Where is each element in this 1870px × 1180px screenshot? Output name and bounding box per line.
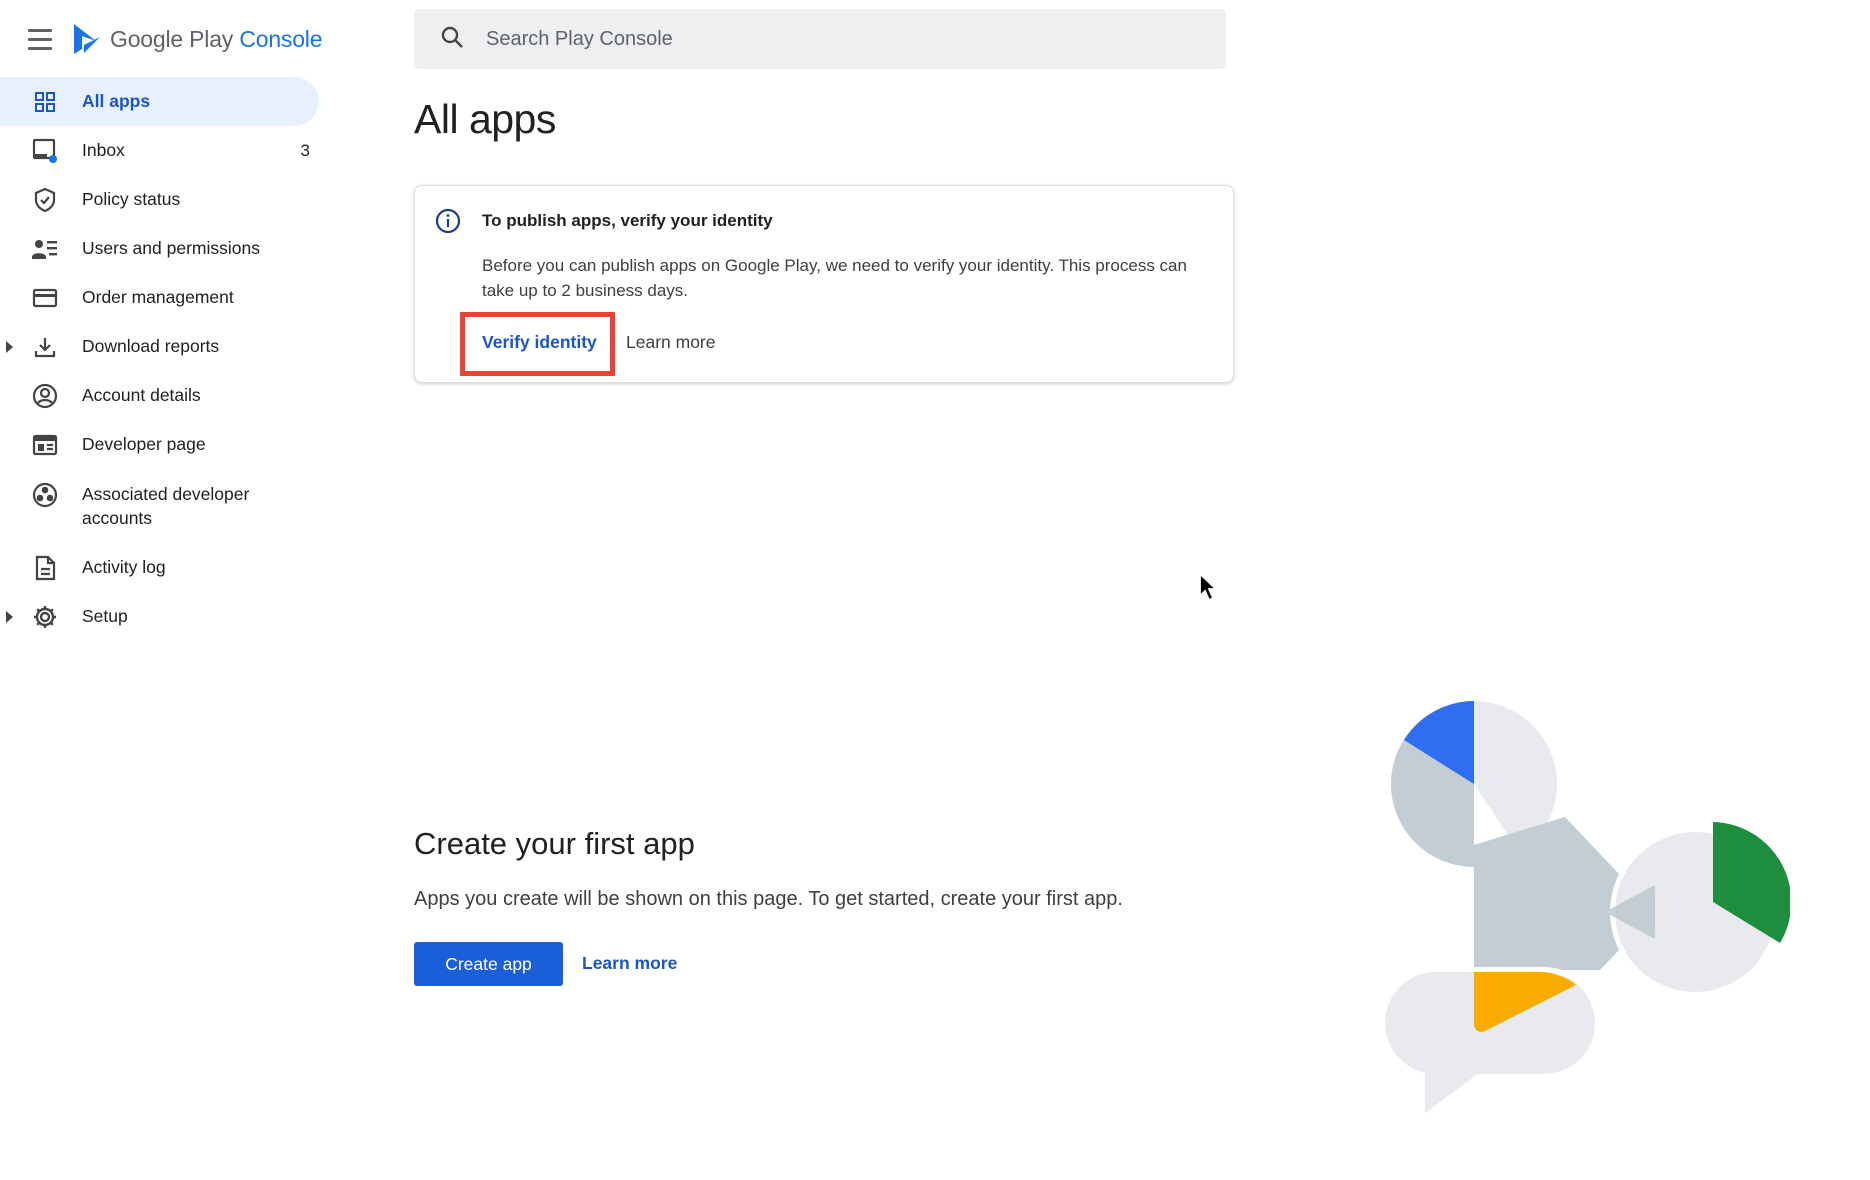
play-logo-icon — [74, 24, 100, 54]
sidebar-item-label: Activity log — [82, 557, 166, 578]
gear-icon — [32, 604, 58, 630]
brand-header: Google Play Console — [28, 18, 323, 60]
sidebar-item-label: Download reports — [82, 336, 220, 357]
search-input[interactable]: Search Play Console — [414, 9, 1226, 69]
create-learn-more-link[interactable]: Learn more — [582, 953, 677, 974]
play-console-logo[interactable]: Google Play Console — [72, 23, 323, 55]
sidebar-item-all-apps[interactable]: All apps — [0, 77, 319, 126]
hamburger-menu-icon[interactable] — [28, 22, 62, 56]
sidebar-item-label: Order management — [82, 287, 234, 308]
empty-state-illustration — [1380, 701, 1790, 1113]
create-app-button[interactable]: Create app — [414, 942, 563, 986]
info-icon — [435, 208, 461, 239]
alert-body: Before you can publish apps on Google Pl… — [482, 256, 1187, 300]
search-placeholder: Search Play Console — [486, 27, 673, 50]
people-list-icon — [32, 236, 58, 262]
inbox-count-badge: 3 — [300, 140, 310, 160]
sidebar-item-inbox[interactable]: Inbox 3 — [0, 126, 330, 175]
mouse-cursor-icon — [1199, 572, 1219, 602]
sidebar-item-label: Associated developer accounts — [82, 483, 250, 529]
expand-caret-icon[interactable] — [6, 610, 13, 623]
page-title: All apps — [414, 96, 556, 142]
sidebar-item-order-management[interactable]: Order management — [0, 273, 330, 322]
create-app-description: Apps you create will be shown on this pa… — [414, 888, 1123, 910]
inbox-icon — [32, 138, 58, 164]
sidebar-item-setup[interactable]: Setup — [0, 592, 330, 641]
download-icon — [32, 334, 58, 360]
sidebar-item-label: Account details — [82, 385, 201, 406]
sidebar-item-associated-developer-accounts[interactable]: Associated developer accounts — [0, 469, 330, 543]
logo-google-play: Google Play — [110, 25, 234, 52]
sidebar-item-activity-log[interactable]: Activity log — [0, 543, 330, 592]
verify-identity-button[interactable]: Verify identity — [482, 332, 597, 353]
logo-text: Google Play Console — [110, 25, 323, 53]
document-icon — [32, 555, 58, 581]
sidebar-nav: All apps Inbox 3 Policy status Users and… — [0, 77, 330, 641]
create-app-heading: Create your first app — [414, 826, 695, 861]
credit-card-icon — [32, 285, 58, 311]
web-page-icon — [32, 432, 58, 458]
logo-console: Console — [239, 25, 323, 52]
sidebar-item-label: Policy status — [82, 189, 181, 210]
sidebar-item-label: Users and permissions — [82, 238, 260, 259]
account-circle-icon — [32, 383, 58, 409]
sidebar-item-label: Inbox — [82, 140, 125, 161]
sidebar-item-account-details[interactable]: Account details — [0, 371, 330, 420]
shield-check-icon — [32, 187, 58, 213]
sidebar-item-download-reports[interactable]: Download reports — [0, 322, 330, 371]
search-icon — [440, 25, 464, 54]
sidebar: Google Play Console All apps Inbox 3 Pol… — [0, 0, 330, 1180]
verify-identity-alert: To publish apps, verify your identity Be… — [414, 185, 1234, 383]
alert-title: To publish apps, verify your identity — [482, 211, 773, 230]
alert-learn-more-link[interactable]: Learn more — [626, 332, 716, 353]
sidebar-item-policy-status[interactable]: Policy status — [0, 175, 330, 224]
expand-caret-icon[interactable] — [6, 340, 13, 353]
sidebar-item-users-and-permissions[interactable]: Users and permissions — [0, 224, 330, 273]
sidebar-item-label: Setup — [82, 606, 128, 627]
linked-accounts-icon — [32, 482, 58, 508]
grid-icon — [32, 89, 58, 115]
sidebar-item-label: All apps — [82, 91, 151, 112]
sidebar-item-label: Developer page — [82, 434, 206, 455]
sidebar-item-developer-page[interactable]: Developer page — [0, 420, 330, 469]
